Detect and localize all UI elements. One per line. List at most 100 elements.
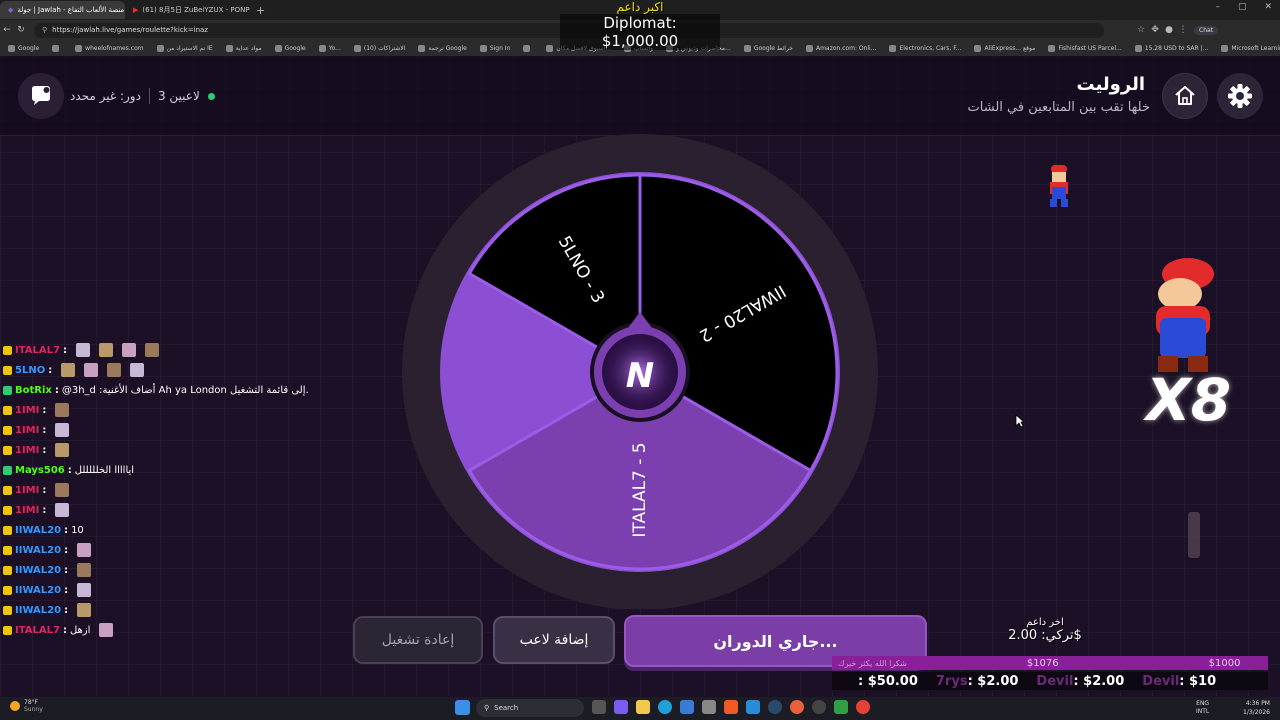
menu-icon[interactable]: ⋮ bbox=[1176, 25, 1190, 35]
edge-icon[interactable] bbox=[658, 700, 672, 714]
bookmark-item[interactable]: تم الاستيراد من IE bbox=[156, 44, 213, 52]
pinned-apps bbox=[592, 700, 870, 714]
bookmark-item[interactable]: Amazon.com: Onli... bbox=[805, 44, 876, 52]
chat-message: 1IMI: bbox=[3, 500, 323, 520]
chat-separator: : bbox=[42, 484, 47, 496]
bookmark-favicon-icon bbox=[1048, 44, 1056, 52]
chat-separator: : bbox=[64, 544, 69, 556]
store-icon[interactable] bbox=[680, 700, 694, 714]
minimize-icon[interactable]: – bbox=[1215, 2, 1220, 12]
taskbar-icons bbox=[455, 700, 470, 715]
obs-icon[interactable] bbox=[812, 700, 826, 714]
extensions-icon[interactable]: ✥ bbox=[1148, 25, 1162, 35]
bookmark-item[interactable]: Microsoft Learning bbox=[1221, 44, 1280, 52]
taskbar-clock[interactable]: 4:36 PM 1/3/2026 bbox=[1243, 699, 1270, 717]
bookmark-favicon-icon bbox=[52, 44, 60, 52]
steam-icon[interactable] bbox=[768, 700, 782, 714]
home-button[interactable] bbox=[1162, 73, 1208, 119]
maximize-icon[interactable]: ▢ bbox=[1238, 2, 1247, 12]
chat-username[interactable]: 1IMI bbox=[15, 485, 39, 496]
chat-username[interactable]: ITALAL7 bbox=[15, 345, 60, 356]
chat-emote-icon bbox=[98, 343, 113, 357]
brave-icon[interactable] bbox=[724, 700, 738, 714]
chat-text: 10 bbox=[71, 524, 84, 536]
xbox-icon[interactable] bbox=[834, 700, 848, 714]
chat-emote-icon bbox=[77, 583, 92, 597]
chat-username[interactable]: 1IMI bbox=[15, 425, 39, 436]
site-info-icon[interactable]: ⚲ bbox=[42, 26, 47, 34]
task-view-icon[interactable] bbox=[592, 700, 606, 714]
reload-icon[interactable]: ↻ bbox=[14, 25, 28, 35]
replay-button[interactable]: إعادة تشغيل bbox=[353, 616, 483, 664]
bookmark-item[interactable] bbox=[52, 44, 62, 52]
bookmark-item[interactable]: Google bbox=[8, 44, 39, 52]
chat-username[interactable]: IIWAL20 bbox=[15, 545, 61, 556]
back-icon[interactable]: ← bbox=[0, 25, 14, 35]
roulette-wheel[interactable]: 5LNO - 3IIWAL20 - 2ITALAL7 - 5 N bbox=[400, 134, 880, 609]
clock-date: 1/3/2026 bbox=[1243, 709, 1270, 716]
chat-message: ITALAL7: ازهل bbox=[3, 620, 323, 640]
last-donor-value: تركي: 2.00$ bbox=[1008, 628, 1082, 643]
bookmark-item[interactable]: wheelofnames.com bbox=[75, 44, 144, 52]
chat-username[interactable]: 1IMI bbox=[15, 405, 39, 416]
weather-widget[interactable]: 78°F Sunny bbox=[10, 699, 43, 713]
bookmark-item[interactable]: Electronics, Cars, F... bbox=[889, 44, 961, 52]
bookmark-item[interactable]: ترجمة Google bbox=[418, 44, 467, 52]
taskbar-search[interactable]: ⚲ Search bbox=[476, 699, 584, 717]
chat-username[interactable]: 5LNO bbox=[15, 365, 45, 376]
chat-separator: : bbox=[67, 464, 72, 476]
chat-emote-icon bbox=[121, 343, 136, 357]
chat-username[interactable]: 1IMI bbox=[15, 505, 39, 516]
close-window-icon[interactable]: ✕ bbox=[1264, 2, 1272, 12]
firefox-icon[interactable] bbox=[790, 700, 804, 714]
settings-button[interactable] bbox=[1217, 73, 1263, 119]
chat-username[interactable]: 1IMI bbox=[15, 445, 39, 456]
bookmark-item[interactable] bbox=[523, 44, 533, 52]
file-explorer-icon[interactable] bbox=[636, 700, 650, 714]
user-badge-icon bbox=[3, 365, 12, 375]
windows-start-icon[interactable] bbox=[455, 700, 470, 715]
chat-separator: : bbox=[42, 404, 47, 416]
chat-toggle-button[interactable] bbox=[18, 73, 64, 119]
chat-username[interactable]: ITALAL7 bbox=[15, 625, 60, 636]
bookmark-item[interactable]: Google خرائط bbox=[743, 44, 793, 52]
chat-message: 1IMI: bbox=[3, 420, 323, 440]
chat-username[interactable]: Mays506 bbox=[15, 465, 65, 476]
leaderboard-entry: : $50.00 bbox=[858, 674, 918, 689]
add-player-button[interactable]: إضافة لاعب bbox=[493, 616, 615, 664]
bookmark-label: مواد عداية bbox=[235, 44, 262, 52]
chat-username[interactable]: IIWAL20 bbox=[15, 605, 61, 616]
new-tab-icon[interactable]: + bbox=[256, 4, 265, 17]
vscode-icon[interactable] bbox=[746, 700, 760, 714]
chrome-icon[interactable] bbox=[856, 700, 870, 714]
bookmark-item[interactable]: AliExpress... موقع bbox=[974, 44, 1035, 52]
chat-username[interactable]: IIWAL20 bbox=[15, 525, 61, 536]
user-badge-icon bbox=[3, 425, 12, 435]
tab-jawlah[interactable]: ◆ جولة | Jawlah - منصة الألعاب التفاع ✕ bbox=[0, 1, 125, 19]
chat-username[interactable]: IIWAL20 bbox=[15, 565, 61, 576]
chat-separator: : bbox=[62, 344, 67, 356]
star-icon[interactable]: ☆ bbox=[1134, 25, 1148, 35]
profile-icon[interactable]: ● bbox=[1162, 25, 1176, 35]
bookmark-item[interactable]: Sign In bbox=[479, 44, 510, 52]
copilot-icon[interactable] bbox=[614, 700, 628, 714]
bookmark-favicon-icon bbox=[156, 44, 164, 52]
turn-label: دور: غير محدد bbox=[70, 89, 141, 103]
bookmark-item[interactable]: Google bbox=[274, 44, 306, 52]
calculator-icon[interactable] bbox=[702, 700, 716, 714]
user-badge-icon bbox=[3, 545, 12, 555]
search-placeholder: Search bbox=[494, 704, 519, 712]
bookmark-item[interactable]: مواد عداية bbox=[225, 44, 262, 52]
leaderboard-amount: : $2.00 bbox=[1073, 673, 1125, 689]
language-indicator[interactable]: ENG INTL bbox=[1196, 700, 1209, 716]
top-donor-label: اكبر داعم bbox=[616, 0, 664, 14]
bookmark-item[interactable]: (10) الاشتراكات bbox=[353, 44, 405, 52]
chat-message: ITALAL7: bbox=[3, 340, 323, 360]
bookmark-item[interactable]: Yo... bbox=[318, 44, 341, 52]
chat-username[interactable]: IIWAL20 bbox=[15, 585, 61, 596]
chat-icon[interactable]: Chat bbox=[1194, 25, 1219, 35]
bookmark-item[interactable]: Fishisfast US Parcel... bbox=[1048, 44, 1122, 52]
chat-username[interactable]: BotRix bbox=[15, 385, 52, 396]
tab-youtube[interactable]: ▶ (61) 8月5日 ZuBeiYZUX - PONPONI ✕ bbox=[125, 1, 250, 19]
bookmark-item[interactable]: 15.28 USD to SAR |... bbox=[1134, 44, 1208, 52]
